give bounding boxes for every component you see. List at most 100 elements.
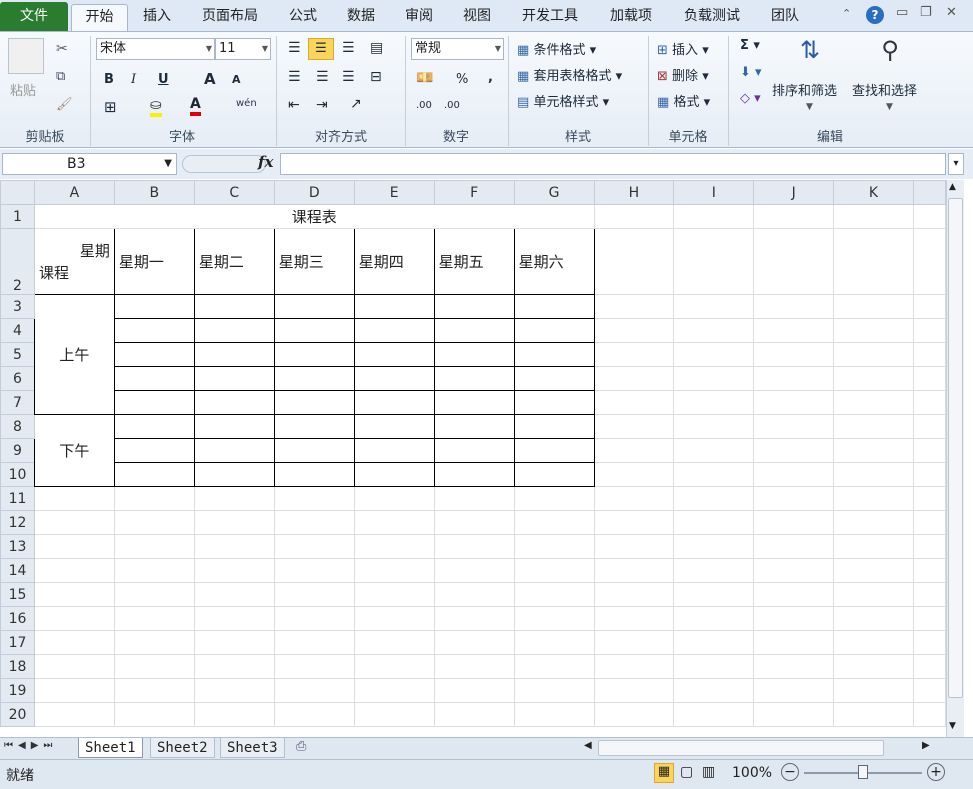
formula-bar-resize-handle[interactable] <box>182 155 266 173</box>
shrink-font-button[interactable]: A <box>232 73 241 86</box>
cell[interactable] <box>113 390 195 415</box>
increase-indent-icon[interactable]: ⇥ <box>316 97 328 113</box>
font-color-button[interactable]: A <box>190 96 201 116</box>
sheet-tab-2[interactable]: Sheet2 <box>150 738 215 758</box>
select-all-corner[interactable] <box>0 180 35 205</box>
delete-cells-button[interactable]: ⊠ 删除 ▾ <box>657 65 709 84</box>
worksheet-grid[interactable]: A B C D E F G H I J K 1 课程表 2 星期 课程 星期一 星… <box>0 180 946 737</box>
cell[interactable] <box>193 414 275 439</box>
currency-icon[interactable]: 💴 <box>416 70 433 86</box>
font-name-combo[interactable]: 宋体 ▼ <box>96 38 215 60</box>
cell[interactable] <box>353 366 435 391</box>
sheet-tab-3[interactable]: Sheet3 <box>220 738 285 758</box>
copy-icon[interactable]: ⧉ <box>56 69 65 84</box>
wrap-text-icon[interactable]: ▤ <box>370 40 383 56</box>
cell[interactable] <box>433 462 515 487</box>
cell[interactable] <box>193 462 275 487</box>
cell[interactable] <box>273 318 355 343</box>
row-header[interactable]: 4 <box>0 318 35 343</box>
tab-page-layout[interactable]: 页面布局 <box>190 4 270 31</box>
column-header[interactable]: D <box>273 180 355 205</box>
help-icon[interactable]: ? <box>866 6 884 24</box>
zoom-out-icon[interactable]: − <box>781 763 799 781</box>
zoom-level[interactable]: 100% <box>732 765 772 781</box>
cell[interactable] <box>193 294 275 319</box>
tab-data[interactable]: 数据 <box>336 4 386 31</box>
day-header[interactable]: 星期四 <box>353 228 435 295</box>
increase-decimal-button[interactable]: .00 <box>416 100 432 111</box>
day-header[interactable]: 星期二 <box>193 228 275 295</box>
merge-center-icon[interactable]: ⊟ <box>370 69 382 85</box>
window-minimize-icon[interactable]: ▭ <box>896 5 908 20</box>
cell[interactable] <box>113 294 195 319</box>
decrease-decimal-button[interactable]: .00 <box>444 100 460 111</box>
align-left-icon[interactable]: ☰ <box>288 69 301 85</box>
zoom-slider-thumb[interactable] <box>858 765 868 779</box>
name-box[interactable]: B3 ▼ <box>2 153 177 175</box>
column-header[interactable]: H <box>593 180 675 205</box>
row-header[interactable]: 10 <box>0 462 35 487</box>
row-header[interactable]: 3 <box>0 294 35 319</box>
cell[interactable] <box>513 414 595 439</box>
cell-styles-button[interactable]: ▤ 单元格样式 ▾ <box>517 91 609 110</box>
clear-icon[interactable]: ◇ ▾ <box>740 91 761 106</box>
cell[interactable] <box>193 438 275 463</box>
find-dropdown-icon[interactable]: ▼ <box>886 102 893 112</box>
cell[interactable] <box>193 342 275 367</box>
sheet-tab-1[interactable]: Sheet1 <box>78 738 143 758</box>
tab-addins[interactable]: 加载项 <box>598 4 664 31</box>
row-header[interactable]: 12 <box>0 510 35 535</box>
day-header[interactable]: 星期一 <box>113 228 195 295</box>
formula-input[interactable] <box>280 153 946 175</box>
row-header[interactable]: 16 <box>0 606 35 631</box>
format-cells-button[interactable]: ▦ 格式 ▾ <box>657 91 710 110</box>
cell[interactable] <box>513 318 595 343</box>
tab-team[interactable]: 团队 <box>760 4 810 31</box>
autosum-button[interactable]: Σ ▾ <box>740 38 760 53</box>
insert-function-button[interactable]: fx <box>258 153 273 171</box>
row-header[interactable]: 1 <box>0 204 35 229</box>
cell[interactable] <box>193 318 275 343</box>
cell[interactable] <box>113 438 195 463</box>
find-select-button[interactable]: 查找和选择 <box>852 80 917 99</box>
tab-review[interactable]: 审阅 <box>394 4 444 31</box>
cell[interactable] <box>433 318 515 343</box>
cell[interactable] <box>273 414 355 439</box>
cell[interactable] <box>113 414 195 439</box>
cell[interactable] <box>513 294 595 319</box>
tab-formulas[interactable]: 公式 <box>278 4 328 31</box>
column-header[interactable] <box>912 180 946 205</box>
cell[interactable] <box>433 342 515 367</box>
cell[interactable] <box>353 342 435 367</box>
align-bottom-icon[interactable]: ☰ <box>342 40 355 56</box>
tab-load-test[interactable]: 负载测试 <box>672 4 752 31</box>
grow-font-button[interactable]: A <box>204 70 216 88</box>
orientation-icon[interactable]: ↗ <box>350 96 362 112</box>
tab-file[interactable]: 文件 <box>0 2 68 31</box>
day-header[interactable]: 星期五 <box>433 228 515 295</box>
cell[interactable] <box>113 462 195 487</box>
row-header[interactable]: 8 <box>0 414 35 439</box>
column-header[interactable]: E <box>353 180 435 205</box>
cell[interactable] <box>193 390 275 415</box>
cell[interactable] <box>433 414 515 439</box>
cell[interactable] <box>433 390 515 415</box>
window-restore-icon[interactable]: ❐ <box>920 5 932 20</box>
italic-button[interactable]: I <box>131 72 136 87</box>
row-header[interactable]: 18 <box>0 654 35 679</box>
cell[interactable] <box>513 342 595 367</box>
align-top-icon[interactable]: ☰ <box>288 40 301 56</box>
column-header[interactable]: F <box>433 180 515 205</box>
day-header[interactable]: 星期六 <box>513 228 595 295</box>
scroll-left-icon[interactable]: ◀ <box>584 740 592 751</box>
font-size-combo[interactable]: 11 ▼ <box>215 38 271 60</box>
cell[interactable] <box>113 342 195 367</box>
underline-button[interactable]: U <box>158 72 169 87</box>
minimize-ribbon-icon[interactable]: ⌃ <box>842 7 851 20</box>
row-header[interactable]: 15 <box>0 582 35 607</box>
scroll-up-icon[interactable]: ▲ <box>949 182 956 192</box>
paste-button[interactable]: 粘贴 <box>10 80 36 99</box>
tab-insert[interactable]: 插入 <box>132 4 182 31</box>
vertical-scrollbar[interactable]: ▲ ▼ <box>946 180 964 737</box>
bold-button[interactable]: B <box>104 72 114 87</box>
